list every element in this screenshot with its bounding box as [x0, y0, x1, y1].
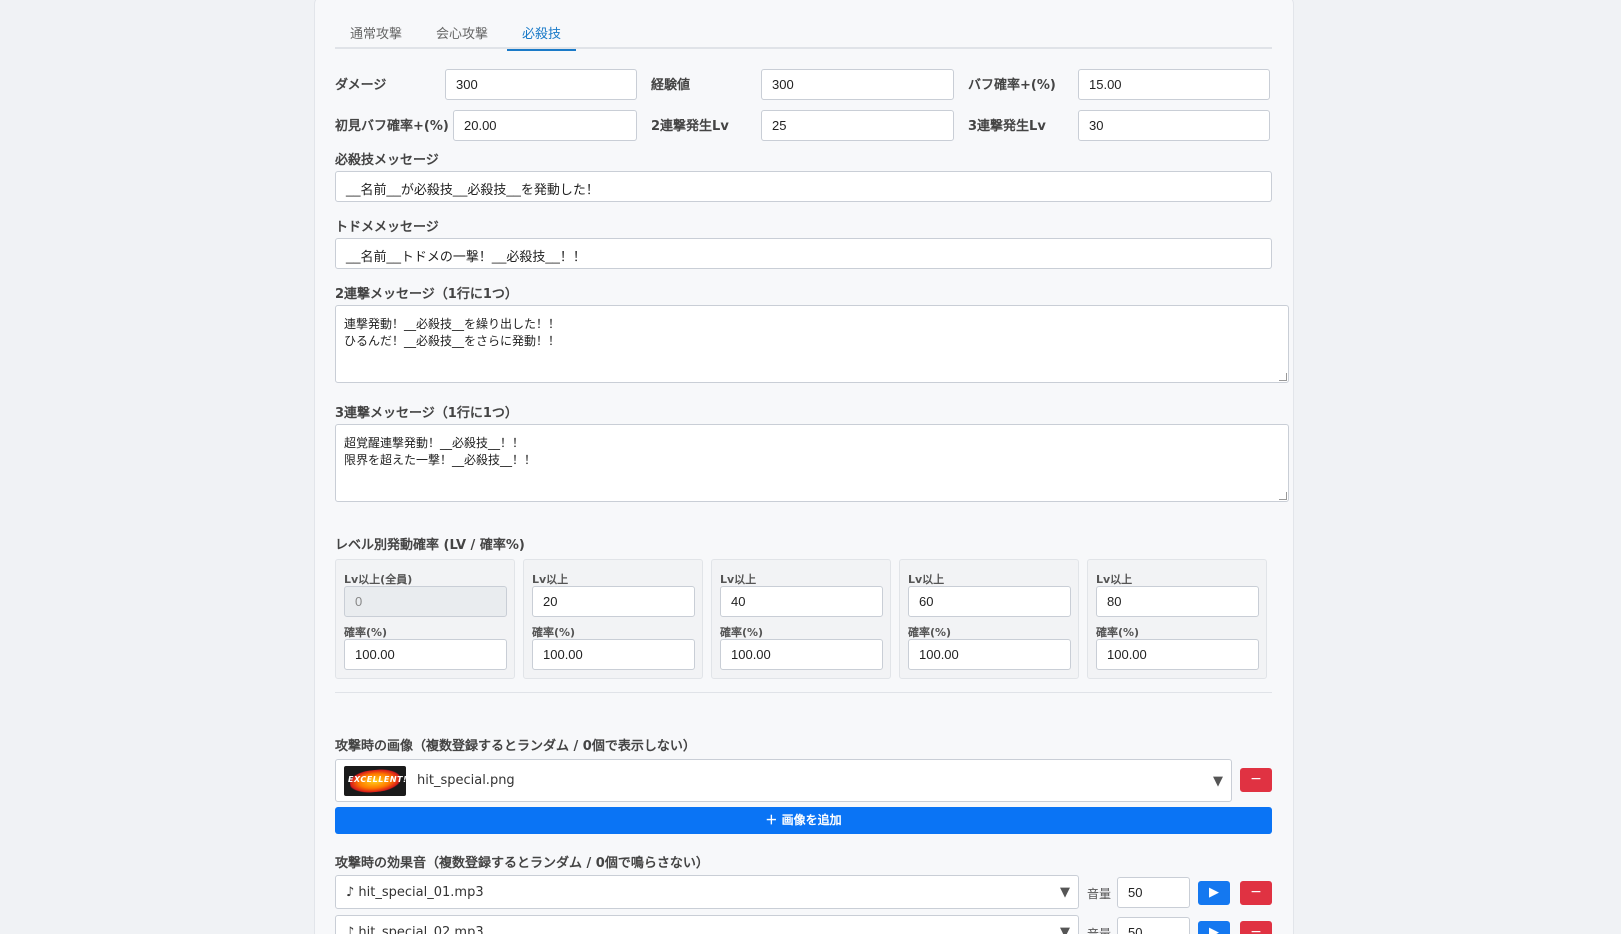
- combo3-message-line: 超覚醒連撃発動！__必殺技__！！: [344, 436, 525, 450]
- combo3-level-label: 3連撃発生Lv: [968, 119, 1046, 134]
- combo3-messages-textarea[interactable]: 超覚醒連撃発動！__必殺技__！！ 限界を超えた一撃！__必殺技__！！: [335, 424, 1289, 502]
- level-rate-card: Lv以上(全員) 0 確率(%) 100.00: [335, 559, 515, 679]
- level-rate-card: Lv以上 20 確率(%) 100.00: [523, 559, 703, 679]
- damage-label: ダメージ: [335, 78, 387, 93]
- rate-input[interactable]: 100.00: [908, 639, 1071, 670]
- combo3-messages-label: 3連撃メッセージ（1行に1つ）: [335, 406, 518, 421]
- attack-tabs: 通常攻撃 会心攻撃 必殺技: [335, 15, 1272, 51]
- images-label: 攻撃時の画像（複数登録するとランダム / 0個で表示しない）: [335, 739, 696, 754]
- rate-input[interactable]: 100.00: [1096, 639, 1259, 670]
- finish-message-input[interactable]: __名前__トドメの一撃！__必殺技__！！: [335, 238, 1272, 269]
- exp-input[interactable]: 300: [761, 69, 954, 100]
- image-thumbnail: EXCELLENT!!: [344, 766, 406, 796]
- play-sound-button[interactable]: ▶: [1198, 921, 1230, 934]
- level-rate-card: Lv以上 40 確率(%) 100.00: [711, 559, 891, 679]
- combo2-level-label: 2連撃発生Lv: [651, 119, 729, 134]
- remove-image-button[interactable]: −: [1240, 768, 1272, 792]
- level-input[interactable]: 20: [532, 586, 695, 617]
- buff-rate-label: バフ確率+(%): [968, 78, 1056, 93]
- special-attack-panel: 通常攻撃 会心攻撃 必殺技 ダメージ 300 経験値 300 バフ確率+(%) …: [314, 0, 1294, 934]
- thumbnail-text: EXCELLENT!!: [348, 775, 406, 784]
- level-rate-card: Lv以上 80 確率(%) 100.00: [1087, 559, 1267, 679]
- chevron-down-icon: ▼: [1060, 885, 1070, 900]
- sound-filename: ♪ hit_special_02.mp3: [346, 925, 484, 934]
- image-filename: hit_special.png: [417, 773, 515, 788]
- play-sound-button[interactable]: ▶: [1198, 881, 1230, 905]
- volume-label: 音量: [1087, 887, 1112, 901]
- resize-handle-icon[interactable]: [1279, 492, 1287, 500]
- combo2-message-line: 連撃発動！__必殺技__を繰り出した！！: [344, 317, 561, 331]
- sounds-label: 攻撃時の効果音（複数登録するとランダム / 0個で鳴らさない）: [335, 856, 709, 871]
- combo2-messages-textarea[interactable]: 連撃発動！__必殺技__を繰り出した！！ ひるんだ！__必殺技__をさらに発動！…: [335, 305, 1289, 383]
- rate-input[interactable]: 100.00: [344, 639, 507, 670]
- level-label: Lv以上: [720, 573, 757, 586]
- rate-label: 確率(%): [908, 626, 952, 639]
- divider: [335, 692, 1272, 693]
- chevron-down-icon: ▼: [1060, 925, 1070, 934]
- tab-special-attack[interactable]: 必殺技: [507, 23, 577, 51]
- remove-sound-button[interactable]: −: [1240, 921, 1272, 934]
- volume-label: 音量: [1087, 927, 1112, 934]
- level-label: Lv以上: [908, 573, 945, 586]
- special-message-label: 必殺技メッセージ: [335, 153, 439, 168]
- level-rate-card: Lv以上 60 確率(%) 100.00: [899, 559, 1079, 679]
- volume-input[interactable]: 50: [1117, 877, 1190, 908]
- exp-label: 経験値: [651, 78, 691, 93]
- rate-label: 確率(%): [1096, 626, 1140, 639]
- rate-label: 確率(%): [720, 626, 764, 639]
- tab-critical-attack[interactable]: 会心攻撃: [421, 23, 503, 51]
- level-input[interactable]: 60: [908, 586, 1071, 617]
- level-input: 0: [344, 586, 507, 617]
- rate-input[interactable]: 100.00: [532, 639, 695, 670]
- combo2-message-line: ひるんだ！__必殺技__をさらに発動！！: [344, 334, 561, 348]
- volume-input[interactable]: 50: [1117, 917, 1190, 934]
- finish-message-label: トドメメッセージ: [335, 220, 439, 235]
- image-select[interactable]: EXCELLENT!! hit_special.png ▼: [335, 759, 1232, 802]
- sound-filename: ♪ hit_special_01.mp3: [346, 885, 484, 900]
- level-input[interactable]: 40: [720, 586, 883, 617]
- damage-input[interactable]: 300: [445, 69, 637, 100]
- level-label: Lv以上: [532, 573, 569, 586]
- combo3-level-input[interactable]: 30: [1078, 110, 1270, 141]
- chevron-down-icon: ▼: [1213, 774, 1223, 789]
- sound-select[interactable]: ♪ hit_special_01.mp3 ▼: [335, 875, 1079, 909]
- level-rates-label: レベル別発動確率 (LV / 確率%): [335, 538, 525, 553]
- level-input[interactable]: 80: [1096, 586, 1259, 617]
- rate-label: 確率(%): [532, 626, 576, 639]
- rate-input[interactable]: 100.00: [720, 639, 883, 670]
- add-image-button[interactable]: ＋ 画像を追加: [335, 807, 1272, 834]
- combo2-level-input[interactable]: 25: [761, 110, 954, 141]
- first-buff-rate-label: 初見バフ確率+(%): [335, 119, 449, 134]
- remove-sound-button[interactable]: −: [1240, 881, 1272, 905]
- buff-rate-input[interactable]: 15.00: [1078, 69, 1270, 100]
- level-label: Lv以上: [1096, 573, 1133, 586]
- level-label: Lv以上(全員): [344, 573, 413, 586]
- resize-handle-icon[interactable]: [1279, 373, 1287, 381]
- rate-label: 確率(%): [344, 626, 388, 639]
- sound-select[interactable]: ♪ hit_special_02.mp3 ▼: [335, 915, 1079, 934]
- tab-normal-attack[interactable]: 通常攻撃: [335, 23, 417, 51]
- first-buff-rate-input[interactable]: 20.00: [453, 110, 637, 141]
- combo3-message-line: 限界を超えた一撃！__必殺技__！！: [344, 453, 537, 467]
- combo2-messages-label: 2連撃メッセージ（1行に1つ）: [335, 287, 518, 302]
- special-message-input[interactable]: __名前__が必殺技__必殺技__を発動した！: [335, 171, 1272, 202]
